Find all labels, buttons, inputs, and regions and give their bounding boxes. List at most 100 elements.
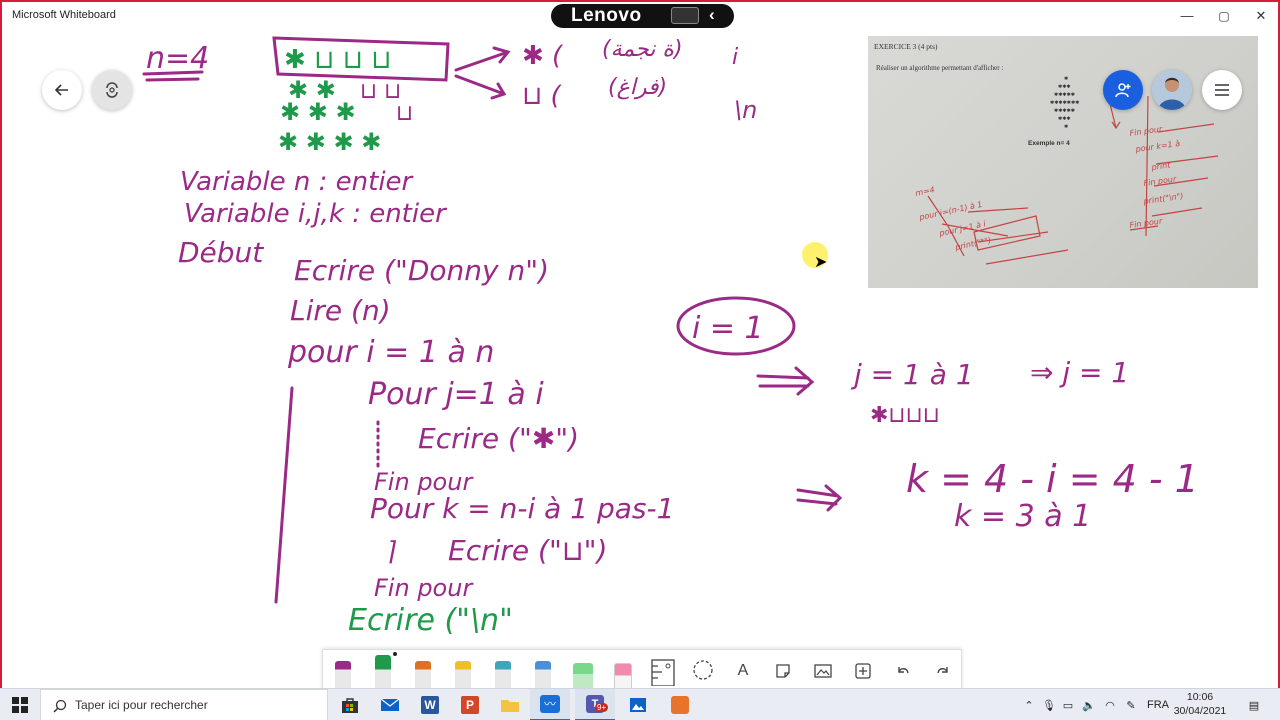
microphone-icon[interactable]: 🎙 xyxy=(1040,689,1058,720)
svg-text:✱✱✱✱✱: ✱✱✱✱✱ xyxy=(1054,108,1076,114)
photos-app[interactable] xyxy=(618,689,658,720)
ink-l8-bar: ⌉ xyxy=(386,537,397,567)
teams-badge: 9+ xyxy=(595,703,609,712)
svg-text:✱✱✱: ✱✱✱ xyxy=(1058,116,1071,122)
wifi-icon[interactable]: ◠ xyxy=(1100,689,1120,720)
pen-green-tool[interactable] xyxy=(363,650,403,688)
ink-l10: Ecrire ("\n" xyxy=(348,603,513,638)
ink-underline xyxy=(142,70,204,82)
add-content-button[interactable] xyxy=(843,650,883,688)
whiteboard-app[interactable]: 〰 xyxy=(530,689,570,720)
ink-var1: Variable n : entier xyxy=(180,167,415,197)
search-icon xyxy=(53,699,67,713)
taskbar-search-box[interactable]: Taper ici pour rechercher xyxy=(40,689,328,720)
screen-icon[interactable] xyxy=(671,7,699,24)
ink-stars-row: ✱ ⊔ ⊔ ⊔ xyxy=(284,45,391,75)
ink-star-row3: ✱ ✱ ✱ xyxy=(280,98,356,126)
pen-orange-tool[interactable] xyxy=(403,650,443,688)
ink-l9: Fin pour xyxy=(374,574,474,602)
ink-debut: Début xyxy=(178,236,264,269)
ink-l7-arrow xyxy=(796,484,843,512)
svg-text:print("\n"): print("\n") xyxy=(1142,191,1184,206)
start-button[interactable] xyxy=(0,689,40,720)
volume-icon[interactable]: 🔈 xyxy=(1078,689,1100,720)
undo-button[interactable] xyxy=(883,650,923,688)
svg-text:pour k=1 à: pour k=1 à xyxy=(1134,139,1181,154)
hamburger-icon xyxy=(1215,84,1229,96)
text-tool[interactable]: A xyxy=(723,650,763,688)
ink-space-row3: ⊔ xyxy=(396,101,413,126)
teams-app[interactable]: T 9+ xyxy=(575,689,615,720)
ink-k-calc: k = 4 - i = 4 - 1 xyxy=(906,457,1199,501)
chevron-left-icon[interactable]: ‹ xyxy=(709,5,715,25)
svg-text:print: print xyxy=(1150,160,1172,172)
ink-l1: Ecrire ("Donny n") xyxy=(294,254,549,287)
back-button[interactable] xyxy=(42,70,82,110)
exercise-drawing: ✱ ✱✱✱ ✱✱✱✱✱ ✱✱✱✱✱✱✱ ✱✱✱✱✱ ✱✱✱ ✱ m=4 pour xyxy=(915,76,1219,265)
windows-taskbar: Taper ici pour rechercher W P 〰 T 9+ ⌃ 🎙… xyxy=(0,688,1280,720)
store-app[interactable] xyxy=(330,689,370,720)
snipping-app[interactable] xyxy=(660,689,700,720)
arrow-left-icon xyxy=(54,84,68,96)
ink-l7: Pour k = n-i à 1 pas-1 xyxy=(370,492,674,525)
pen-teal-tool[interactable] xyxy=(483,650,523,688)
eraser-tool[interactable] xyxy=(603,650,643,688)
svg-text:✱: ✱ xyxy=(1064,76,1069,82)
file-explorer-app[interactable] xyxy=(490,689,530,720)
ink-l3: pour i = 1 à n xyxy=(287,335,494,370)
svg-text:Fin pour: Fin pour xyxy=(1129,124,1163,138)
invite-button[interactable] xyxy=(1103,70,1143,110)
menu-button[interactable] xyxy=(1202,70,1242,110)
whiteboard-icon: 〰 xyxy=(540,695,560,713)
mouse-pointer-icon: ➤ xyxy=(814,254,828,271)
whiteboard-window: Microsoft Whiteboard Lenovo ‹ — ▢ ✕ .p {… xyxy=(0,0,1280,688)
image-tool[interactable] xyxy=(803,650,843,688)
minimize-button[interactable]: — xyxy=(1172,6,1202,26)
sticky-note-tool[interactable] xyxy=(763,650,803,688)
user-avatar[interactable] xyxy=(1152,70,1192,110)
inking-toolbar: A xyxy=(322,649,962,688)
notifications-icon[interactable]: ▤ xyxy=(1240,689,1268,720)
title-bar: Microsoft Whiteboard Lenovo ‹ — ▢ ✕ xyxy=(2,2,1278,30)
undo-icon xyxy=(898,666,909,673)
taskbar-clock[interactable]: 10:06 30/04/2021 xyxy=(1168,690,1232,718)
pen-workspace-icon[interactable]: ✎ xyxy=(1120,689,1142,720)
ink-arabic2: (فراغ) xyxy=(608,75,667,100)
ruler-tool[interactable] xyxy=(643,650,683,688)
ink-star-row4: ✱ ✱ ✱ ✱ xyxy=(278,128,381,156)
highlighter-tool[interactable] xyxy=(563,650,603,688)
ink-arabic1: (ة نجمة) xyxy=(602,37,683,62)
lenovo-overlay[interactable]: Lenovo ‹ xyxy=(551,4,734,28)
active-dot xyxy=(393,652,397,656)
ink-i-eq: i = 1 xyxy=(692,311,764,346)
ruler-icon xyxy=(651,658,675,686)
pen-blue-tool[interactable] xyxy=(523,650,563,688)
store-icon xyxy=(342,698,358,713)
folder-icon xyxy=(501,700,519,712)
svg-text:✱✱✱✱✱: ✱✱✱✱✱ xyxy=(1054,92,1076,98)
close-button[interactable]: ✕ xyxy=(1246,6,1276,26)
word-app[interactable]: W xyxy=(410,689,450,720)
ink-j-range: j = 1 à 1 xyxy=(850,358,974,391)
ink-double-arrow xyxy=(756,366,815,396)
lasso-tool[interactable] xyxy=(683,650,723,688)
ink-arrows xyxy=(454,46,511,100)
add-person-icon xyxy=(1115,83,1131,98)
redo-icon xyxy=(937,666,948,673)
whiteboard-canvas[interactable]: .p { fill: #9b2a86; font-family: "DejaVu… xyxy=(2,30,1278,688)
redo-button[interactable] xyxy=(923,650,963,688)
ink-j-res: ⇒ j = 1 xyxy=(1030,356,1129,389)
pasted-exercise-image[interactable]: EXERCICE 3 (4 pts) Réaliser un algorithm… xyxy=(868,36,1258,288)
tray-chevron-icon[interactable]: ⌃ xyxy=(1018,689,1040,720)
avatar-person-icon xyxy=(1152,70,1192,110)
svg-text:Fin pour: Fin pour xyxy=(1143,174,1177,188)
battery-icon[interactable]: ▭ xyxy=(1058,689,1078,720)
maximize-button[interactable]: ▢ xyxy=(1209,6,1239,26)
mail-app[interactable] xyxy=(370,689,410,720)
pen-yellow-tool[interactable] xyxy=(443,650,483,688)
ink-var2: Variable i,j,k : entier xyxy=(184,199,448,229)
pen-purple-tool[interactable] xyxy=(323,650,363,688)
sync-button[interactable] xyxy=(92,70,132,110)
powerpoint-app[interactable]: P xyxy=(450,689,490,720)
mail-icon xyxy=(380,698,400,711)
